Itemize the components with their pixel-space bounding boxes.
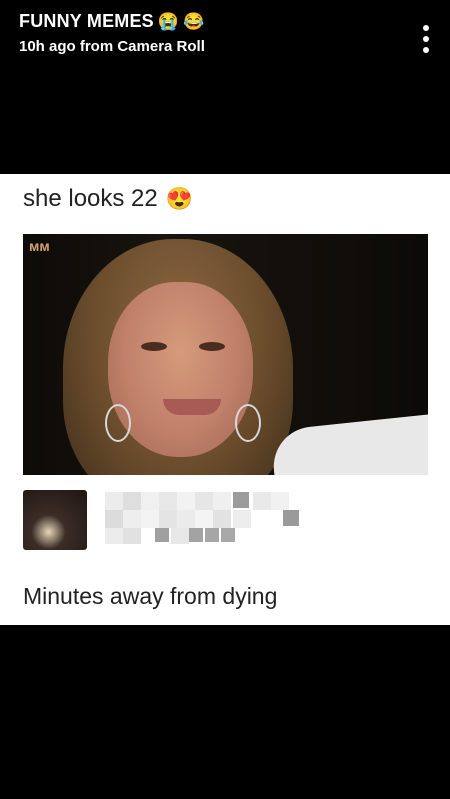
- pixelated-block: [141, 510, 159, 528]
- pixelated-block: [213, 492, 231, 510]
- pixelated-block: [253, 492, 271, 510]
- pixelated-block: [171, 528, 189, 544]
- more-vertical-icon[interactable]: [420, 25, 432, 53]
- pixelated-block: [105, 510, 123, 528]
- pixelated-block: [195, 510, 213, 528]
- photo-earring-right: [235, 404, 261, 442]
- pixelated-block: [123, 528, 141, 544]
- pixelated-block: [141, 492, 159, 510]
- meme-caption-top: she looks 22 😍: [23, 185, 193, 213]
- pixelated-block: [155, 528, 169, 542]
- pixelated-block: [123, 492, 141, 510]
- pixelated-block: [159, 510, 177, 528]
- story-title-row: FUNNY MEMES 😭 😂: [19, 11, 204, 32]
- photo-eye-right: [199, 342, 225, 351]
- pixelated-block: [105, 528, 123, 544]
- pixelated-block: [159, 492, 177, 510]
- pixelated-block: [205, 528, 219, 542]
- pixelated-block: [105, 492, 123, 510]
- meme-photo: ᴍᴍ: [23, 234, 428, 475]
- laughing-emoji-icon: 😂: [183, 12, 205, 31]
- pixelated-block: [233, 510, 251, 528]
- bottom-black-area[interactable]: [0, 625, 450, 799]
- meme-caption-bottom: Minutes away from dying: [23, 583, 278, 609]
- photo-watermark: ᴍᴍ: [29, 238, 50, 254]
- photo-mouth: [163, 399, 221, 415]
- more-dot: [423, 25, 429, 31]
- story-header: FUNNY MEMES 😭 😂 10h ago from Camera Roll: [0, 0, 450, 70]
- pixelated-block: [195, 492, 213, 510]
- pixelated-block: [189, 528, 203, 542]
- meme-image[interactable]: she looks 22 😍 ᴍᴍ Minutes away from dyin…: [0, 174, 450, 625]
- caption-top-text: she looks 22: [23, 185, 158, 212]
- pixelated-block: [283, 510, 299, 526]
- crying-emoji-icon: 😭: [157, 12, 180, 31]
- pixelated-block: [123, 510, 141, 528]
- pixelated-block: [177, 510, 195, 528]
- heart-eyes-emoji-icon: 😍: [165, 186, 194, 211]
- story-title[interactable]: FUNNY MEMES: [19, 11, 154, 32]
- photo-shirt: [269, 413, 428, 475]
- pixelated-block: [177, 492, 195, 510]
- pixelated-block: [271, 492, 289, 510]
- pixelated-block: [213, 510, 231, 528]
- photo-eye-left: [141, 342, 167, 351]
- pixelated-block: [221, 528, 235, 542]
- photo-earring-left: [105, 404, 131, 442]
- more-dot: [423, 36, 429, 42]
- pixelated-block: [233, 492, 249, 508]
- reply-avatar: [23, 490, 87, 550]
- story-subtitle: 10h ago from Camera Roll: [19, 38, 205, 55]
- more-dot: [423, 47, 429, 53]
